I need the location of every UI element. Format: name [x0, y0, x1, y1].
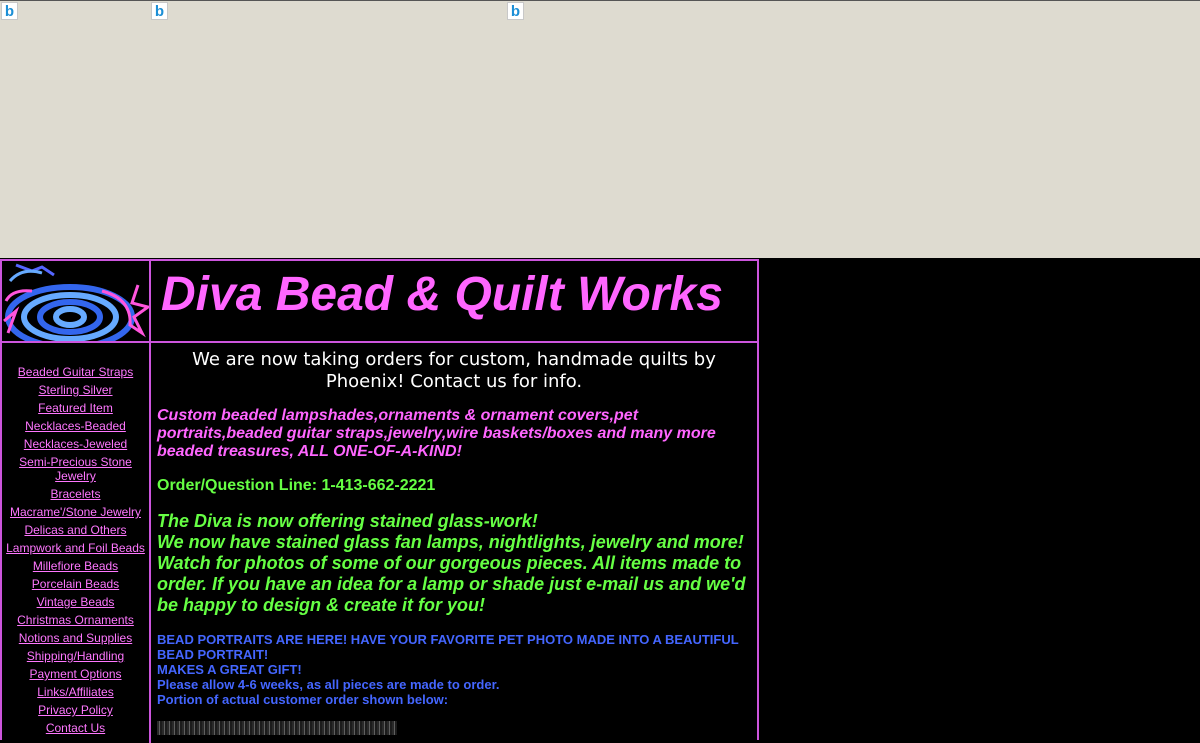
- nav-link-millefiore-beads[interactable]: Millefiore Beads: [33, 559, 118, 573]
- nav-item: Millefiore Beads: [2, 559, 149, 573]
- customer-order-caption: Portion of actual customer order shown b…: [157, 692, 449, 707]
- stained-glass-section: The Diva is now offering stained glass-w…: [157, 511, 753, 616]
- nav-link-christmas-ornaments[interactable]: Christmas Ornaments: [17, 613, 134, 627]
- nav-link-necklaces-beaded[interactable]: Necklaces-Beaded: [25, 419, 126, 433]
- nav-link-necklaces-jeweled[interactable]: Necklaces-Jeweled: [24, 437, 127, 451]
- nav-item: Macrame'/Stone Jewelry: [2, 505, 149, 519]
- bead-portraits-headline: BEAD PORTRAITS ARE HERE! HAVE YOUR FAVOR…: [157, 632, 739, 662]
- nav-item: Contact Us: [2, 721, 149, 735]
- nav-link-beaded-guitar-straps[interactable]: Beaded Guitar Straps: [18, 365, 133, 379]
- ad-banner-area: b b b: [0, 0, 1200, 258]
- nav-link-delicas-and-others[interactable]: Delicas and Others: [24, 523, 126, 537]
- nav-link-privacy-policy[interactable]: Privacy Policy: [38, 703, 113, 717]
- sidebar-nav: Beaded Guitar Straps Sterling Silver Fea…: [2, 343, 151, 743]
- bing-ad-icon[interactable]: b: [1, 2, 18, 20]
- nav-item: Privacy Policy: [2, 703, 149, 717]
- nav-link-shipping-handling[interactable]: Shipping/Handling: [27, 649, 124, 663]
- nav-link-sterling-silver[interactable]: Sterling Silver: [38, 383, 112, 397]
- nav-link-featured-item[interactable]: Featured Item: [38, 401, 113, 415]
- nav-link-vintage-beads[interactable]: Vintage Beads: [37, 595, 115, 609]
- nav-link-links-affiliates[interactable]: Links/Affiliates: [37, 685, 113, 699]
- title-cell: Diva Bead & Quilt Works: [151, 261, 757, 343]
- nav-item: Links/Affiliates: [2, 685, 149, 699]
- nav-item: Delicas and Others: [2, 523, 149, 537]
- site-title: Diva Bead & Quilt Works: [161, 268, 723, 321]
- customer-order-photo: [157, 721, 397, 735]
- bead-portraits-section: BEAD PORTRAITS ARE HERE! HAVE YOUR FAVOR…: [157, 632, 753, 707]
- nav-item: Porcelain Beads: [2, 577, 149, 591]
- lead-time-note: Please allow 4-6 weeks, as all pieces ar…: [157, 677, 500, 692]
- nav-item: Vintage Beads: [2, 595, 149, 609]
- spiral-logo-icon: [3, 263, 152, 350]
- site-frame: Diva Bead & Quilt Works Beaded Guitar St…: [0, 259, 759, 743]
- nav-link-porcelain-beads[interactable]: Porcelain Beads: [32, 577, 119, 591]
- nav-link-macrame-stone-jewelry[interactable]: Macrame'/Stone Jewelry: [10, 505, 141, 519]
- bing-ad-icon[interactable]: b: [507, 2, 524, 20]
- nav-item: Necklaces-Jeweled: [2, 437, 149, 451]
- nav-link-payment-options[interactable]: Payment Options: [29, 667, 121, 681]
- nav-link-notions-and-supplies[interactable]: Notions and Supplies: [19, 631, 132, 645]
- nav-item: Semi-Precious Stone Jewelry: [2, 455, 149, 483]
- products-description: Custom beaded lampshades,ornaments & orn…: [157, 407, 716, 460]
- nav-link-contact-us[interactable]: Contact Us: [46, 721, 105, 735]
- stained-glass-headline: The Diva is now offering stained glass-w…: [157, 511, 538, 531]
- nav-link-lampwork-and-foil-beads[interactable]: Lampwork and Foil Beads: [6, 541, 145, 555]
- nav-item: Lampwork and Foil Beads: [2, 541, 149, 555]
- quilt-announcement: We are now taking orders for custom, han…: [192, 349, 716, 392]
- nav-item: Sterling Silver: [2, 383, 149, 397]
- nav-item: Notions and Supplies: [2, 631, 149, 645]
- nav-item: Featured Item: [2, 401, 149, 415]
- logo-cell: [2, 261, 152, 350]
- nav-link-semi-precious-stone-jewelry[interactable]: Semi-Precious Stone Jewelry: [19, 455, 132, 483]
- nav-list: Beaded Guitar Straps Sterling Silver Fea…: [2, 343, 149, 735]
- bing-ad-icon[interactable]: b: [151, 2, 168, 20]
- main-content: We are now taking orders for custom, han…: [151, 343, 757, 743]
- nav-item: Christmas Ornaments: [2, 613, 149, 627]
- stained-glass-details: We now have stained glass fan lamps, nig…: [157, 532, 746, 615]
- nav-item: Necklaces-Beaded: [2, 419, 149, 433]
- nav-item: Beaded Guitar Straps: [2, 365, 149, 379]
- nav-item: Bracelets: [2, 487, 149, 501]
- nav-item: Shipping/Handling: [2, 649, 149, 663]
- nav-link-bracelets[interactable]: Bracelets: [50, 487, 100, 501]
- gift-note: MAKES A GREAT GIFT!: [157, 662, 302, 677]
- order-phone-line: Order/Question Line: 1-413-662-2221: [157, 477, 436, 494]
- nav-item: Payment Options: [2, 667, 149, 681]
